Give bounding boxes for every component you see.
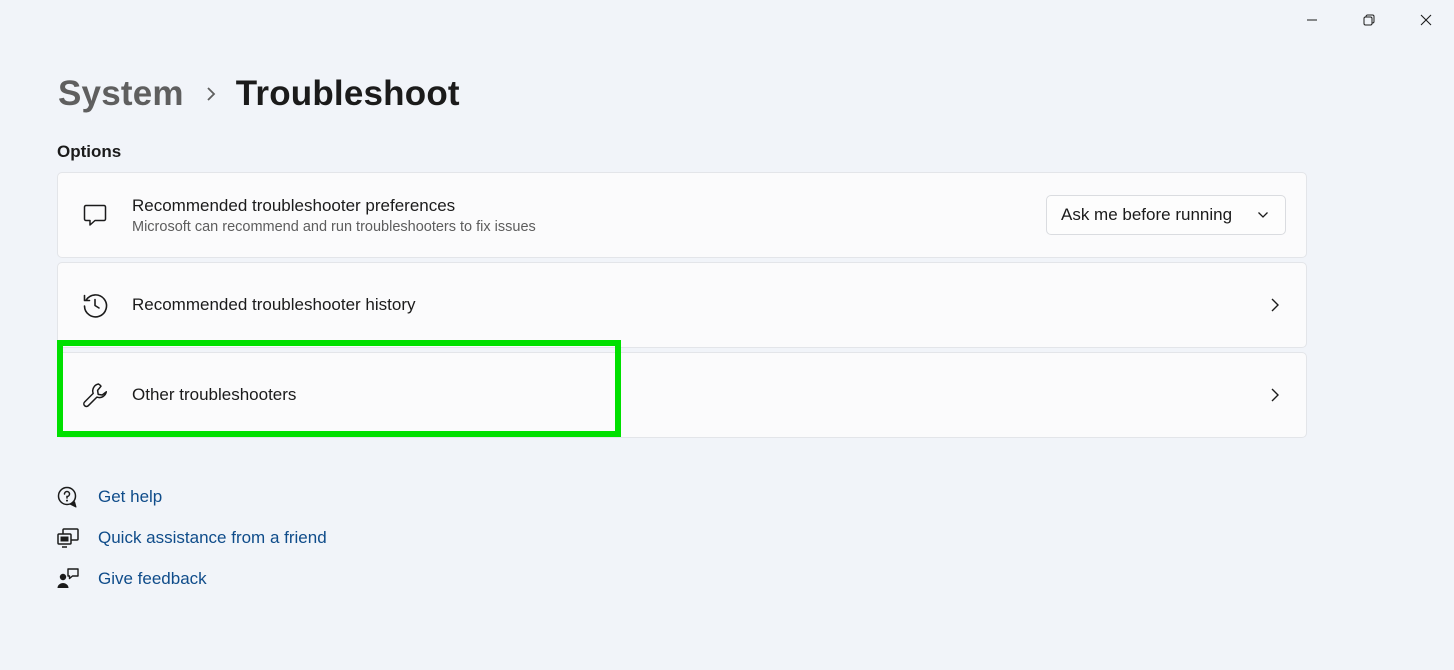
card-title: Recommended troubleshooter preferences — [132, 195, 456, 215]
history-icon — [58, 291, 132, 319]
restore-icon — [1363, 14, 1374, 26]
chat-bubble-icon — [58, 202, 132, 228]
wrench-icon — [58, 381, 132, 409]
minimize-button[interactable] — [1283, 0, 1340, 40]
get-help-label: Get help — [98, 486, 163, 506]
preferences-dropdown[interactable]: Ask me before running — [1046, 195, 1286, 235]
minimize-icon — [1306, 19, 1317, 21]
close-icon — [1420, 14, 1431, 26]
card-other-troubleshooters[interactable]: Other troubleshooters — [57, 352, 1307, 438]
restore-button[interactable] — [1340, 0, 1397, 40]
card-text: Recommended troubleshooter preferences M… — [132, 196, 1046, 235]
section-title-options: Options — [57, 142, 122, 161]
card-description: Microsoft can recommend and run troubles… — [132, 218, 536, 235]
give-feedback-link[interactable]: Give feedback — [55, 558, 327, 599]
chevron-right-icon — [1245, 297, 1305, 313]
card-title: Other troubleshooters — [132, 385, 297, 404]
card-troubleshooter-history[interactable]: Recommended troubleshooter history — [57, 262, 1307, 348]
breadcrumb: System Troubleshoot — [58, 72, 460, 116]
help-links: Get help Quick assistance from a friend … — [55, 476, 327, 599]
quick-assist-link[interactable]: Quick assistance from a friend — [55, 517, 327, 558]
chevron-right-icon — [1245, 387, 1305, 403]
page-title: Troubleshoot — [235, 74, 460, 113]
remote-assist-icon — [55, 526, 98, 550]
give-feedback-label: Give feedback — [98, 568, 207, 588]
chevron-right-icon — [206, 86, 216, 102]
help-chat-icon — [55, 485, 98, 509]
dropdown-value: Ask me before running — [1061, 205, 1233, 224]
quick-assist-label: Quick assistance from a friend — [98, 527, 327, 547]
chevron-down-icon — [1257, 206, 1269, 224]
breadcrumb-system[interactable]: System — [58, 74, 184, 114]
card-troubleshooter-preferences: Recommended troubleshooter preferences M… — [57, 172, 1307, 258]
get-help-link[interactable]: Get help — [55, 476, 327, 517]
card-title: Recommended troubleshooter history — [132, 295, 416, 314]
feedback-icon — [55, 567, 98, 591]
close-button[interactable] — [1397, 0, 1454, 40]
card-text: Recommended troubleshooter history — [132, 295, 1245, 315]
card-text: Other troubleshooters — [132, 385, 1245, 405]
window-controls — [1283, 0, 1454, 40]
